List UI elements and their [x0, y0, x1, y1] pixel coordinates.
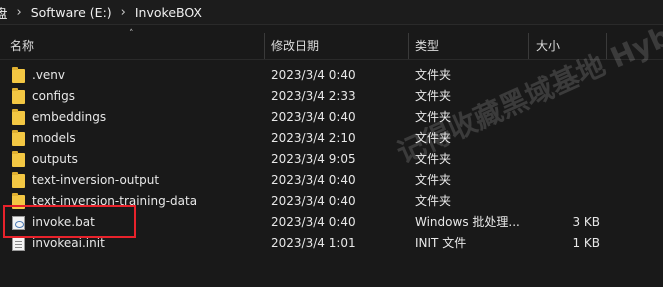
column-header-row: 名称 修改日期 类型 大小	[0, 33, 663, 60]
file-modified: 2023/3/4 0:40	[271, 110, 356, 124]
file-name: configs	[32, 89, 75, 103]
file-type: Windows 批处理...	[415, 215, 520, 229]
file-type: 文件夹	[415, 110, 452, 124]
file-name: invoke.bat	[32, 215, 95, 229]
column-divider[interactable]	[606, 33, 607, 59]
ini-file-icon	[12, 237, 25, 251]
column-divider[interactable]	[264, 33, 265, 59]
breadcrumb-item-invokebox[interactable]: InvokeBOX	[135, 5, 202, 20]
file-name: outputs	[32, 152, 78, 166]
breadcrumb: 盘 › Software (E:) › InvokeBOX	[0, 0, 663, 25]
file-name: .venv	[32, 68, 66, 82]
file-row-text-inversion-output[interactable]: text-inversion-output 2023/3/4 0:40 文件夹	[0, 170, 663, 191]
file-row-outputs[interactable]: outputs 2023/3/4 9:05 文件夹	[0, 149, 663, 170]
folder-icon	[12, 130, 25, 146]
file-name: text-inversion-training-data	[32, 194, 198, 208]
folder-icon	[12, 67, 25, 83]
column-header-size[interactable]: 大小	[536, 33, 560, 59]
file-size	[530, 65, 600, 86]
file-list: .venv 2023/3/4 0:40 文件夹 configs 2023/3/4…	[0, 65, 663, 254]
folder-icon	[12, 88, 25, 104]
file-modified: 2023/3/4 0:40	[271, 68, 356, 82]
file-type: 文件夹	[415, 68, 452, 82]
file-row-invokeai-init[interactable]: invokeai.init 2023/3/4 1:01 INIT 文件 1 KB	[0, 233, 663, 254]
file-type: 文件夹	[415, 89, 452, 103]
column-divider[interactable]	[528, 33, 529, 59]
file-size	[530, 107, 600, 128]
file-size	[530, 170, 600, 191]
column-header-name[interactable]: 名称	[10, 33, 34, 59]
file-size	[530, 86, 600, 107]
file-size	[530, 191, 600, 212]
column-header-type[interactable]: 类型	[415, 33, 439, 59]
file-type: 文件夹	[415, 173, 452, 187]
file-type: INIT 文件	[415, 236, 467, 250]
file-modified: 2023/3/4 9:05	[271, 152, 356, 166]
breadcrumb-item-software-drive[interactable]: Software (E:)	[31, 5, 112, 20]
breadcrumb-drive-partial[interactable]: 盘	[0, 3, 8, 22]
file-type: 文件夹	[415, 194, 452, 208]
column-header-modified[interactable]: 修改日期	[271, 33, 319, 59]
file-size	[530, 149, 600, 170]
folder-icon	[12, 109, 25, 125]
file-row-embeddings[interactable]: embeddings 2023/3/4 0:40 文件夹	[0, 107, 663, 128]
file-modified: 2023/3/4 0:40	[271, 215, 356, 229]
folder-icon	[12, 172, 25, 188]
chevron-right-icon: ›	[16, 4, 22, 20]
file-type: 文件夹	[415, 152, 452, 166]
file-name: text-inversion-output	[32, 173, 160, 187]
folder-icon	[12, 151, 25, 167]
chevron-right-icon: ›	[120, 4, 126, 20]
file-row-configs[interactable]: configs 2023/3/4 2:33 文件夹	[0, 86, 663, 107]
file-row-models[interactable]: models 2023/3/4 2:10 文件夹	[0, 128, 663, 149]
file-row-venv[interactable]: .venv 2023/3/4 0:40 文件夹	[0, 65, 663, 86]
file-type: 文件夹	[415, 131, 452, 145]
column-divider[interactable]	[408, 33, 409, 59]
file-modified: 2023/3/4 2:10	[271, 131, 356, 145]
file-size	[530, 128, 600, 149]
file-name: invokeai.init	[32, 236, 105, 250]
file-modified: 2023/3/4 0:40	[271, 194, 356, 208]
batch-file-icon	[12, 216, 25, 230]
file-size: 3 KB	[572, 215, 600, 229]
file-modified: 2023/3/4 0:40	[271, 173, 356, 187]
file-size: 1 KB	[572, 236, 600, 250]
file-row-invoke-bat[interactable]: invoke.bat 2023/3/4 0:40 Windows 批处理... …	[0, 212, 663, 233]
file-name: models	[32, 131, 76, 145]
file-row-text-inversion-training-data[interactable]: text-inversion-training-data 2023/3/4 0:…	[0, 191, 663, 212]
file-modified: 2023/3/4 1:01	[271, 236, 356, 250]
file-modified: 2023/3/4 2:33	[271, 89, 356, 103]
folder-icon	[12, 193, 25, 209]
file-name: embeddings	[32, 110, 107, 124]
